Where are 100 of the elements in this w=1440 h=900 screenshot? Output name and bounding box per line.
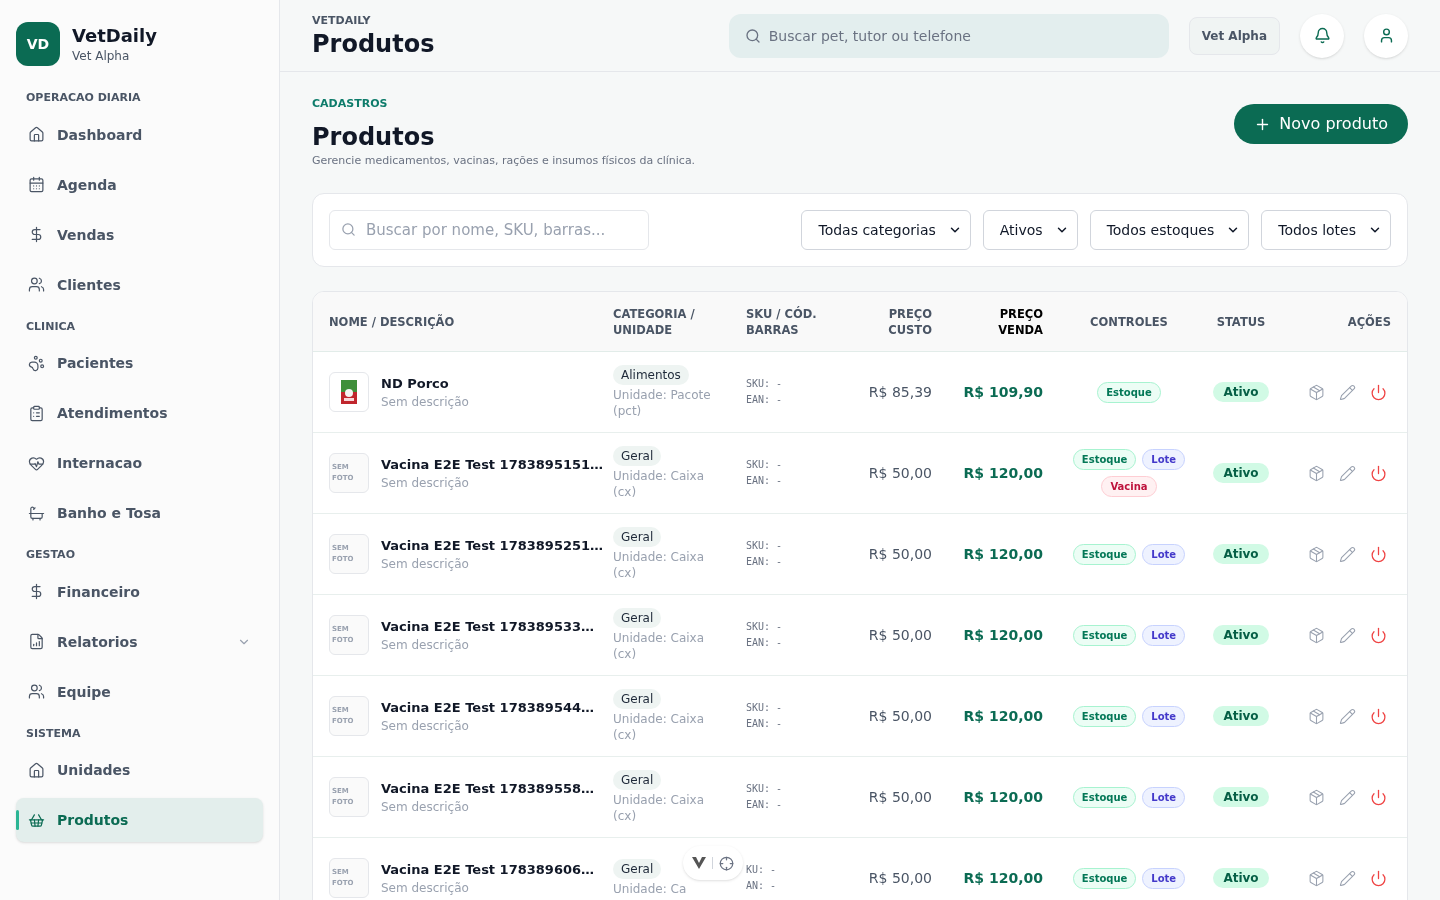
notifications-button[interactable] [1300, 13, 1344, 58]
section-heading: CLINICA [25, 318, 77, 335]
package-icon[interactable] [1308, 464, 1325, 482]
power-icon[interactable] [1370, 707, 1387, 725]
column-header: NOME / DESCRIÇÃO [329, 313, 456, 330]
power-icon[interactable] [1370, 383, 1387, 401]
column-header: CONTROLES [1089, 313, 1169, 330]
calendar-icon [28, 176, 45, 193]
control-tag: Vacina [1101, 476, 1157, 497]
nav-item[interactable]: Unidades [16, 748, 263, 792]
filter-select[interactable]: Ativos [982, 210, 1078, 250]
unit-button[interactable]: Vet Alpha [1188, 16, 1280, 55]
users-icon [28, 683, 45, 700]
sale-price: R$ 120,00 [962, 625, 1044, 645]
devtools-widget[interactable] [683, 846, 743, 880]
report-icon [28, 633, 45, 650]
section-heading: SISTEMA [25, 725, 82, 742]
package-icon[interactable] [1308, 707, 1325, 725]
power-icon[interactable] [1370, 464, 1387, 482]
status-badge: Ativo [1213, 868, 1269, 888]
product-name: Vacina E2E Test 178389558… [381, 780, 594, 799]
control-tag: Lote [1142, 449, 1186, 470]
cost-price: R$ 85,39 [867, 382, 933, 402]
product-name: Vacina E2E Test 178389606… [381, 861, 594, 880]
product-name: Vacina E2E Test 178389544… [381, 699, 594, 718]
nav-item[interactable]: Agenda [16, 162, 263, 207]
control-tag: Lote [1142, 867, 1186, 889]
bathtub-icon [28, 504, 45, 522]
global-search-field[interactable]: Buscar pet, tutor ou telefone [728, 13, 1169, 58]
cost-price: R$ 50,00 [867, 868, 933, 888]
control-tag: Estoque [1097, 381, 1161, 403]
users-icon [28, 276, 45, 293]
package-icon[interactable] [1308, 788, 1325, 806]
edit-icon[interactable] [1339, 626, 1356, 644]
nav-item[interactable]: Internacao [16, 441, 263, 485]
sku-text: SKU: - [746, 782, 784, 796]
heart-pulse-icon [28, 454, 45, 472]
product-description: Sem descrição [381, 717, 470, 734]
nav-item[interactable]: Pacientes [16, 341, 263, 385]
section-heading: OPERACAO DIARIA [25, 90, 142, 106]
power-icon[interactable] [1370, 869, 1387, 887]
power-icon[interactable] [1370, 626, 1387, 644]
edit-icon[interactable] [1339, 869, 1356, 887]
unit-text: Unidade: Caixa (cx) [613, 711, 706, 743]
crosshair-icon [719, 855, 734, 871]
control-tag: Lote [1142, 786, 1186, 808]
product-search-field[interactable]: Buscar por nome, SKU, barras... [329, 210, 649, 250]
power-icon[interactable] [1370, 788, 1387, 806]
nav-item[interactable]: Produtos [16, 798, 263, 842]
package-icon[interactable] [1308, 626, 1325, 644]
search-icon [341, 222, 356, 237]
page-title: Produtos [312, 121, 436, 153]
cost-price: R$ 50,00 [867, 625, 933, 645]
sku-text: SKU: - [746, 539, 784, 553]
sku-text: SKU: - [746, 620, 784, 634]
brand-unit: Vet Alpha [72, 48, 131, 64]
sku-text: KU: - [746, 863, 778, 877]
power-icon[interactable] [1370, 545, 1387, 563]
edit-icon[interactable] [1339, 464, 1356, 482]
sale-price: R$ 120,00 [962, 544, 1044, 564]
column-header: CATEGORIA / UNIDADE [613, 305, 696, 338]
control-tag: Lote [1142, 624, 1186, 646]
package-icon[interactable] [1308, 383, 1325, 401]
control-tag: Estoque [1072, 705, 1137, 727]
nav-item[interactable]: Equipe [16, 669, 263, 714]
nav-item[interactable]: Atendimentos [16, 391, 263, 435]
nav-item[interactable]: Banho e Tosa [16, 491, 263, 535]
edit-icon[interactable] [1339, 545, 1356, 563]
category-tag: Geral [613, 527, 662, 547]
nav-item[interactable]: Financeiro [16, 569, 263, 614]
chevron-logo-icon [692, 857, 706, 869]
cost-price: R$ 50,00 [867, 544, 933, 564]
package-icon[interactable] [1308, 545, 1325, 563]
control-tag: Lote [1142, 543, 1186, 565]
filter-select[interactable]: Todas categorias [801, 210, 971, 250]
unit-text: Unidade: Pacote (pct) [613, 387, 712, 419]
nav-item[interactable]: Clientes [16, 262, 263, 307]
nav-item[interactable]: Relatorios [16, 619, 263, 664]
filter-select[interactable]: Todos lotes [1261, 210, 1391, 250]
sale-price: R$ 120,00 [962, 463, 1044, 483]
new-product-button[interactable]: Novo produto [1234, 104, 1408, 144]
ean-text: EAN: - [746, 636, 784, 650]
category-tag: Geral [613, 859, 662, 879]
column-header: PREÇO VENDA [997, 305, 1044, 338]
filter-select[interactable]: Todos estoques [1089, 210, 1250, 250]
status-badge: Ativo [1213, 544, 1269, 564]
category-tag: Geral [613, 446, 662, 466]
ean-text: EAN: - [746, 393, 784, 407]
edit-icon[interactable] [1339, 383, 1356, 401]
product-description: Sem descrição [381, 798, 470, 815]
nav-item[interactable]: Dashboard [16, 112, 263, 157]
unit-text: Unidade: Caixa (cx) [613, 549, 706, 581]
nav-item[interactable]: Vendas [16, 212, 263, 257]
ean-text: EAN: - [746, 474, 784, 488]
edit-icon[interactable] [1339, 788, 1356, 806]
cost-price: R$ 50,00 [867, 787, 933, 807]
package-icon[interactable] [1308, 869, 1325, 887]
profile-button[interactable] [1364, 13, 1408, 58]
product-name: Vacina E2E Test 1783895251… [381, 537, 604, 556]
edit-icon[interactable] [1339, 707, 1356, 725]
